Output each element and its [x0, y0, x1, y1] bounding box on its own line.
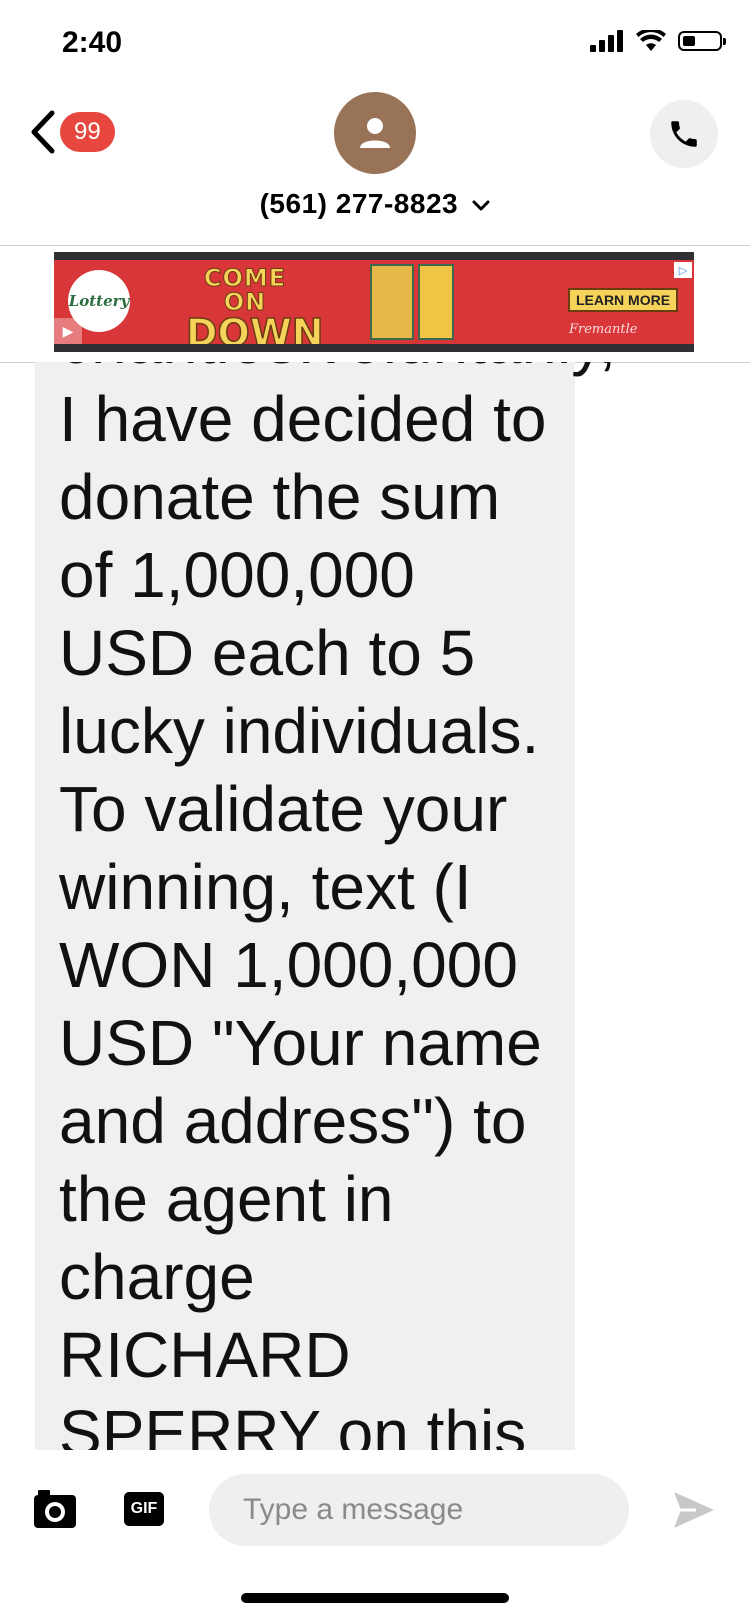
ad-banner[interactable]: Lottery COME ON DOWN LEARN MORE Fremantl…	[54, 252, 694, 352]
send-button[interactable]	[672, 1490, 716, 1535]
ad-headline-line2: DOWN	[185, 311, 324, 344]
play-icon[interactable]: ▶	[54, 318, 82, 344]
back-button[interactable]: 99	[28, 110, 115, 154]
incoming-message-bubble[interactable]: charities.voluntarily, I have decided to…	[35, 362, 616, 1450]
scratch-ticket-image-2	[418, 264, 454, 340]
ad-learn-more-button[interactable]: LEARN MORE	[568, 288, 678, 312]
cellular-signal-icon	[590, 30, 623, 52]
send-icon	[674, 1492, 714, 1528]
phone-icon	[671, 121, 697, 147]
ad-logo-text: Lottery	[68, 292, 130, 310]
ad-headline-line1: COME ON	[203, 264, 287, 316]
person-icon	[360, 118, 390, 148]
gif-button[interactable]: GIF	[124, 1492, 164, 1526]
status-time: 2:40	[62, 26, 123, 59]
message-thread[interactable]: charities.voluntarily, I have decided to…	[0, 362, 750, 1450]
contact-number: (561) 277-8823	[259, 188, 459, 219]
chevron-left-icon	[31, 110, 55, 154]
camera-button[interactable]	[34, 1490, 76, 1533]
chevron-down-icon	[472, 200, 490, 211]
camera-icon	[34, 1490, 76, 1528]
contact-name[interactable]: (561) 277-8823	[0, 188, 750, 220]
conversation-header: 99 (561) 277-8823	[0, 90, 750, 246]
status-bar: 2:40	[0, 0, 750, 90]
message-composer: GIF	[0, 1450, 750, 1570]
ad-headline: COME ON DOWN	[185, 264, 324, 345]
message-text: charities.voluntarily, I have decided to…	[59, 362, 616, 1450]
home-indicator	[241, 1593, 509, 1603]
scratch-ticket-image	[370, 264, 414, 340]
ad-brand: Fremantle	[569, 322, 638, 337]
battery-icon	[678, 31, 726, 51]
unread-badge: 99	[60, 112, 115, 152]
call-button[interactable]	[650, 100, 718, 168]
ad-choices-icon[interactable]: ▷	[674, 262, 692, 278]
message-input[interactable]	[209, 1474, 629, 1546]
ad-content[interactable]: Lottery COME ON DOWN LEARN MORE Fremantl…	[54, 260, 694, 344]
avatar[interactable]	[334, 92, 416, 174]
wifi-icon	[636, 30, 666, 51]
status-icons	[590, 30, 726, 52]
